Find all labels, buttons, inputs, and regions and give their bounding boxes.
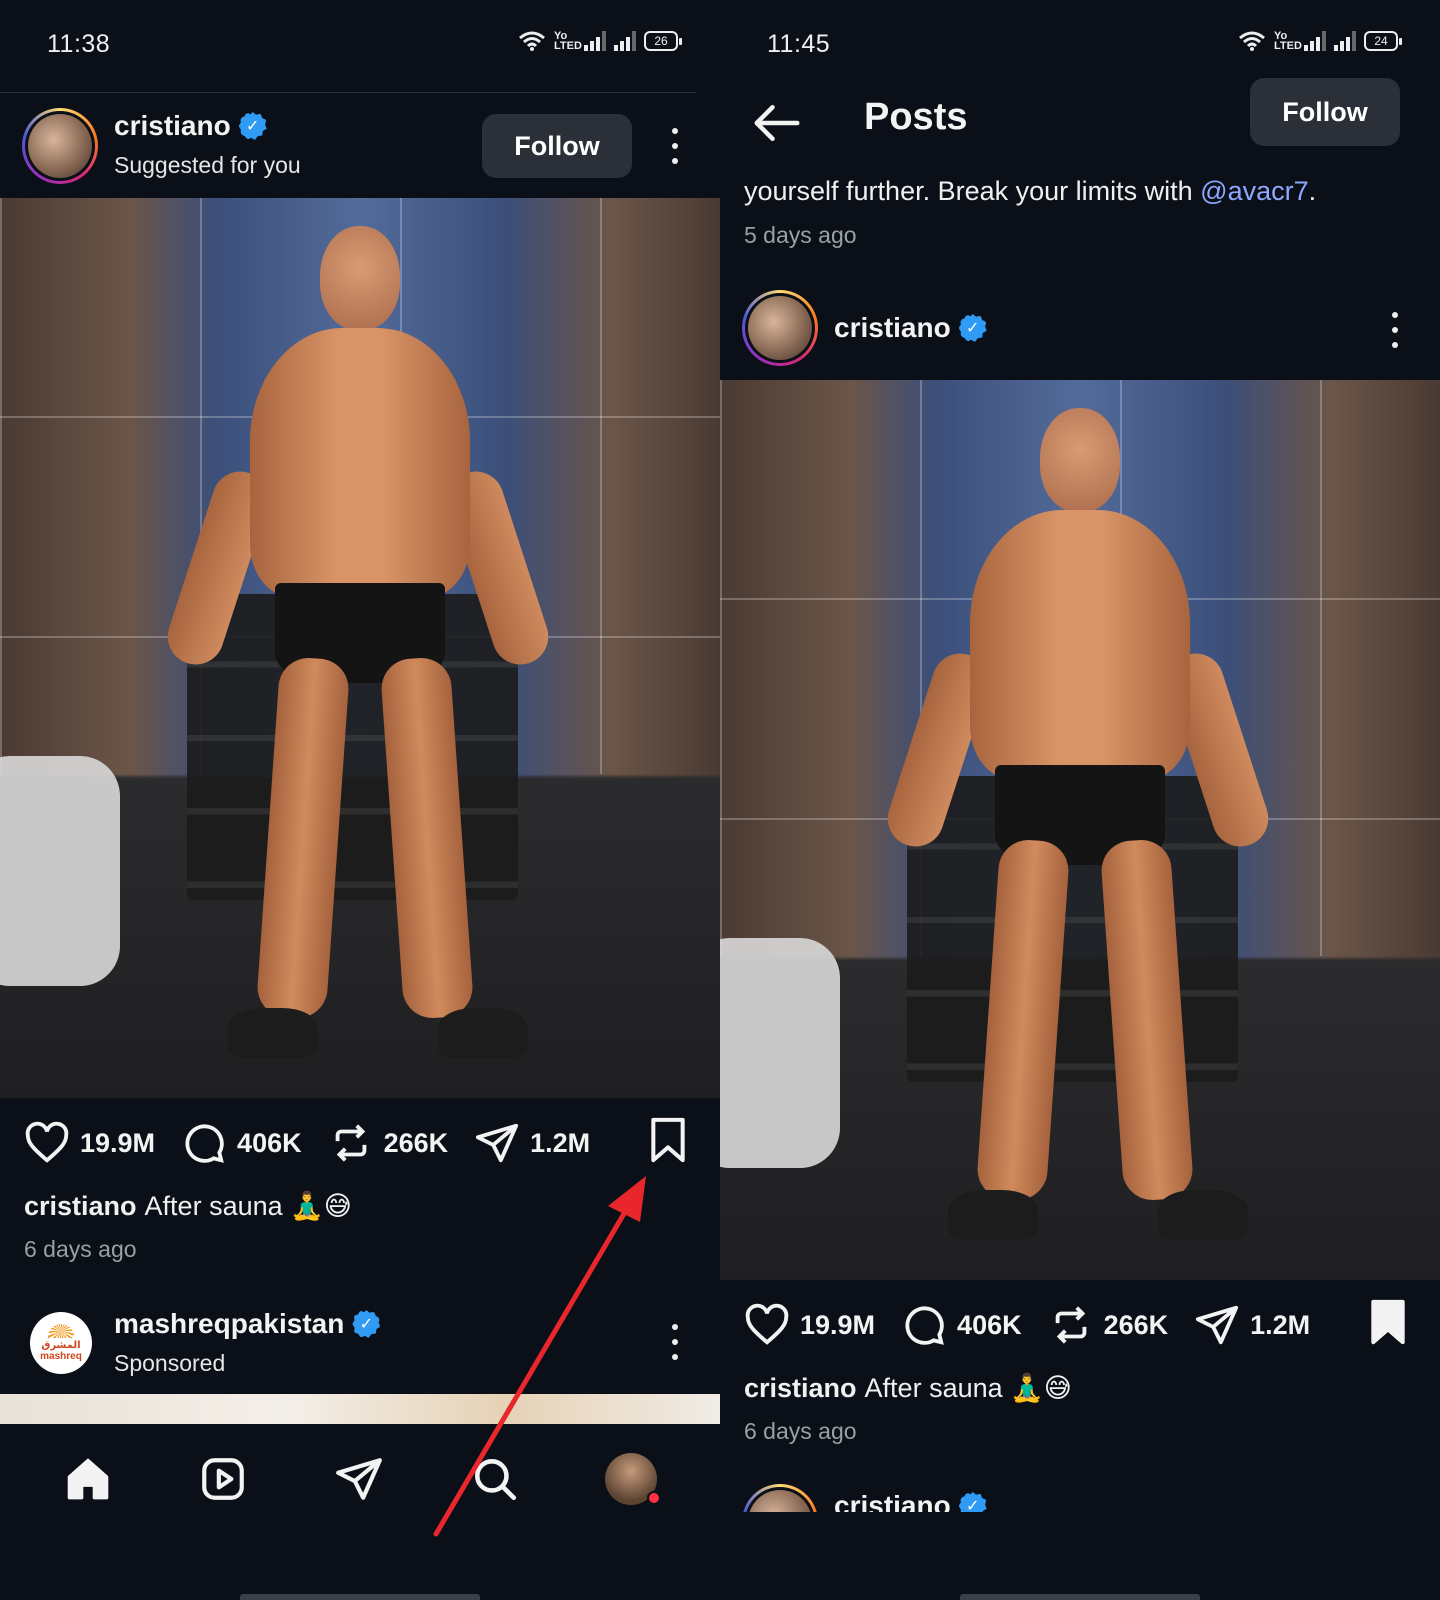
signal-icon — [1304, 31, 1326, 51]
follow-button[interactable]: Follow — [1250, 78, 1400, 146]
suggested-label: Suggested for you — [114, 152, 301, 178]
more-options-icon[interactable] — [1390, 312, 1400, 348]
follow-button[interactable]: Follow — [482, 114, 632, 178]
sun-logo-icon — [48, 1324, 74, 1338]
comments-count: 406K — [237, 1127, 302, 1158]
screen-cutoff — [720, 1512, 1440, 1600]
notification-dot — [647, 1491, 662, 1505]
caption-text: After sauna 🧘‍♂️😅 — [144, 1191, 352, 1221]
bottom-nav — [0, 1424, 720, 1534]
verified-badge-icon: ✓ — [352, 1310, 381, 1338]
home-icon[interactable] — [63, 1454, 113, 1504]
repost-icon — [335, 1124, 366, 1162]
signal-icon-2 — [1334, 31, 1356, 51]
post-username[interactable]: cristiano ✓ — [114, 110, 267, 142]
heart-icon — [25, 1121, 69, 1163]
comments-count: 406K — [957, 1309, 1022, 1340]
more-options-icon[interactable] — [670, 128, 680, 164]
previous-caption: yourself further. Break your limits with… — [744, 176, 1316, 207]
like-action[interactable]: 19.9M — [24, 1120, 155, 1166]
bookmark-filled-icon[interactable] — [1366, 1298, 1410, 1346]
comment-action[interactable]: 406K — [181, 1120, 302, 1166]
likes-count: 19.9M — [800, 1309, 876, 1340]
sponsor-username[interactable]: mashreqpakistan ✓ — [114, 1308, 381, 1340]
like-action[interactable]: 19.9M — [744, 1302, 875, 1348]
verified-badge-icon: ✓ — [238, 112, 267, 140]
status-bar: 11:45 Yo LTED 24 — [720, 0, 1440, 90]
back-arrow-icon[interactable] — [750, 96, 804, 150]
battery-icon: 24 — [1364, 31, 1402, 51]
post-avatar[interactable] — [742, 290, 818, 366]
heart-icon — [745, 1303, 789, 1345]
post-photo[interactable] — [0, 198, 720, 1098]
send-icon[interactable] — [334, 1454, 384, 1504]
battery-icon: 26 — [644, 31, 682, 51]
previous-caption-suffix: . — [1308, 176, 1317, 206]
status-bar: 11:38 Yo LTED 26 — [0, 0, 720, 90]
logo-text: mashreq — [40, 1351, 82, 1362]
repost-action[interactable]: 266K — [1048, 1302, 1169, 1348]
wifi-icon — [1239, 31, 1265, 51]
share-action[interactable]: 1.2M — [1194, 1302, 1310, 1348]
left-screenshot: 11:38 Yo LTED 26 cristiano ✓ Suggested f… — [0, 0, 720, 1600]
repost-action[interactable]: 266K — [328, 1120, 449, 1166]
caption-text: After sauna 🧘‍♂️😅 — [864, 1373, 1072, 1403]
profile-avatar[interactable] — [605, 1453, 662, 1505]
previous-caption-text: yourself further. Break your limits with — [744, 176, 1201, 206]
logo-arabic-text: المشرق — [41, 1340, 81, 1351]
right-screenshot: 11:45 Yo LTED 24 Posts Follow yourself f… — [720, 0, 1440, 1600]
page-title: Posts — [864, 96, 968, 138]
reposts-count: 266K — [383, 1127, 449, 1158]
share-action[interactable]: 1.2M — [474, 1120, 590, 1166]
status-time: 11:45 — [767, 30, 831, 58]
post-avatar[interactable] — [22, 108, 98, 184]
signal-icon — [584, 31, 606, 51]
search-icon[interactable] — [470, 1454, 520, 1504]
signal-icon-2 — [614, 31, 636, 51]
reels-icon[interactable] — [198, 1454, 248, 1504]
sponsored-label: Sponsored — [114, 1350, 226, 1376]
likes-count: 19.9M — [80, 1127, 156, 1158]
bookmark-icon[interactable] — [646, 1116, 690, 1164]
sponsor-username-text[interactable]: mashreqpakistan — [114, 1308, 344, 1340]
wifi-icon — [519, 31, 545, 51]
home-indicator[interactable] — [240, 1594, 480, 1600]
send-icon — [476, 1123, 519, 1163]
status-icons: Yo LTED 26 — [518, 30, 682, 52]
repost-icon — [1055, 1306, 1086, 1344]
comment-action[interactable]: 406K — [901, 1302, 1022, 1348]
comment-icon — [905, 1306, 944, 1345]
volte-indicator: Yo LTED — [1274, 30, 1302, 52]
status-icons: Yo LTED 24 — [1238, 30, 1402, 52]
verified-badge-icon: ✓ — [958, 314, 987, 342]
username-text[interactable]: cristiano — [114, 110, 231, 142]
sponsor-avatar[interactable]: المشرق mashreq — [30, 1312, 92, 1374]
post-photo[interactable] — [720, 380, 1440, 1280]
post-actions: 19.9M 406K 266K 1.2M — [744, 1302, 1416, 1348]
post-caption: cristiano After sauna 🧘‍♂️😅 — [24, 1190, 352, 1222]
post-caption: cristiano After sauna 🧘‍♂️😅 — [744, 1372, 1072, 1404]
caption-username[interactable]: cristiano — [744, 1373, 857, 1403]
divider — [0, 92, 696, 93]
shares-count: 1.2M — [1250, 1309, 1311, 1340]
caption-username[interactable]: cristiano — [24, 1191, 137, 1221]
ad-image-preview[interactable] — [0, 1394, 720, 1424]
username-text[interactable]: cristiano — [834, 312, 951, 344]
previous-time-ago: 5 days ago — [744, 222, 857, 248]
home-indicator[interactable] — [960, 1594, 1200, 1600]
more-options-icon[interactable] — [670, 1324, 680, 1360]
post-actions: 19.9M 406K 266K 1.2M — [24, 1120, 696, 1166]
comment-icon — [185, 1124, 224, 1163]
reposts-count: 266K — [1103, 1309, 1169, 1340]
send-icon — [1196, 1305, 1239, 1345]
mention-link[interactable]: @avacr7 — [1200, 176, 1308, 206]
status-time: 11:38 — [47, 30, 111, 58]
post-time-ago: 6 days ago — [24, 1236, 137, 1262]
post-username[interactable]: cristiano ✓ — [834, 312, 987, 344]
post-time-ago: 6 days ago — [744, 1418, 857, 1444]
volte-indicator: Yo LTED — [554, 30, 582, 52]
shares-count: 1.2M — [530, 1127, 591, 1158]
